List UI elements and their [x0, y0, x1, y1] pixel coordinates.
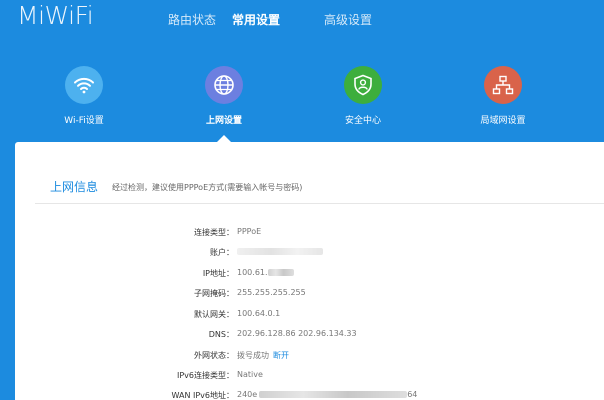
globe-icon — [205, 66, 243, 104]
row-value: 255.255.255.255 — [237, 288, 306, 297]
section-title: 上网信息 — [50, 180, 99, 194]
row-subnet-mask: 子网掩码： 255.255.255.255 — [15, 285, 604, 301]
row-wan-status: 外网状态： 拨号成功 断开 — [15, 347, 604, 363]
security-center-item[interactable]: 安全中心 — [313, 66, 413, 126]
row-value: Native — [237, 370, 263, 379]
row-value: 202.96.128.86 202.96.134.33 — [237, 329, 357, 338]
row-value: 100.64.0.1 — [237, 309, 281, 318]
wifi-settings-label: Wi-Fi设置 — [64, 116, 104, 126]
top-navigation-bar: MiWiFi 路由状态 常用设置 高级设置 — [0, 0, 604, 40]
shield-icon — [344, 66, 382, 104]
wifi-icon — [65, 66, 103, 104]
row-label: 账户： — [210, 248, 234, 257]
row-value: PPPoE — [237, 227, 262, 236]
tab-common-settings[interactable]: 常用设置 — [232, 11, 280, 28]
row-label: IP地址： — [202, 269, 234, 278]
row-account: 账户： — [15, 244, 604, 260]
row-label: 默认网关： — [194, 310, 234, 319]
row-value: 100.61. — [237, 268, 294, 277]
row-value-redacted — [237, 247, 323, 256]
row-ip-address: IP地址： 100.61. — [15, 265, 604, 281]
ip-prefix: 100.61. — [237, 268, 268, 277]
row-wan-ipv6-address: WAN IPv6地址： 240e 64 — [15, 387, 604, 400]
row-dns: DNS： 202.96.128.86 202.96.134.33 — [15, 326, 604, 342]
lan-settings-label: 局域网设置 — [480, 116, 526, 126]
tab-advanced-settings[interactable]: 高级设置 — [324, 11, 372, 28]
row-label: DNS： — [208, 330, 234, 339]
lan-icon — [484, 66, 522, 104]
redacted-ipv6 — [259, 391, 408, 398]
row-default-gateway: 默认网关： 100.64.0.1 — [15, 306, 604, 322]
miwifi-logo: MiWiFi — [17, 1, 94, 30]
row-label: IPv6连接类型： — [176, 371, 234, 380]
redacted-account — [237, 248, 323, 255]
row-ipv6-connection-type: IPv6连接类型： Native — [15, 367, 604, 383]
row-label: WAN IPv6地址： — [171, 391, 234, 400]
ipv6-prefix: 240e — [237, 390, 258, 399]
row-value: 240e 64 — [237, 390, 417, 399]
wan-status-text: 拨号成功 — [237, 351, 269, 360]
row-value: 拨号成功 断开 — [237, 350, 289, 361]
ipv6-suffix: 64 — [407, 390, 418, 399]
internet-info-panel: 上网信息 经过检测，建议使用PPPoE方式(需要输入帐号与密码) 连接类型： P… — [15, 142, 604, 400]
section-divider — [35, 203, 604, 204]
redacted-ip — [267, 269, 294, 276]
internet-settings-item[interactable]: 上网设置 — [174, 66, 274, 126]
security-center-label: 安全中心 — [344, 116, 381, 126]
lan-settings-item[interactable]: 局域网设置 — [453, 66, 553, 126]
section-hint: 经过检测，建议使用PPPoE方式(需要输入帐号与密码) — [112, 183, 303, 192]
wifi-settings-item[interactable]: Wi-Fi设置 — [34, 66, 134, 126]
row-label: 连接类型： — [194, 228, 234, 237]
internet-settings-label: 上网设置 — [205, 116, 242, 126]
row-label: 外网状态： — [194, 351, 234, 360]
row-label: 子网掩码： — [194, 289, 234, 298]
tab-router-status[interactable]: 路由状态 — [168, 11, 216, 28]
row-connection-type: 连接类型： PPPoE — [15, 224, 604, 240]
disconnect-link[interactable]: 断开 — [273, 351, 289, 360]
